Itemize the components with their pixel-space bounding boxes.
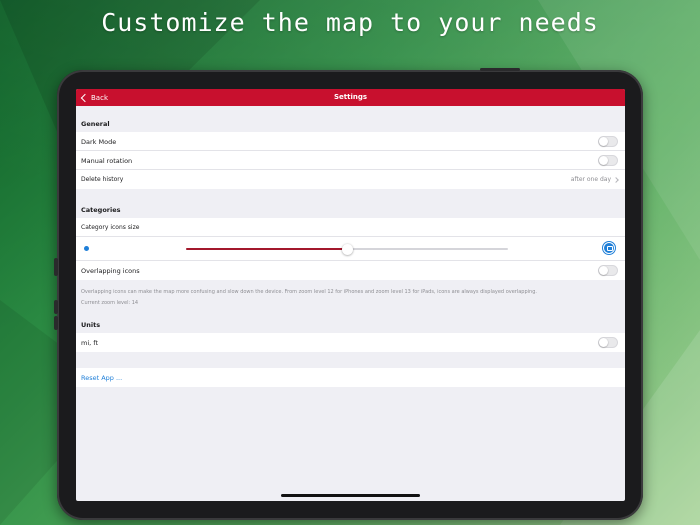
section-header-categories: Categories <box>81 206 121 214</box>
category-icons-size-slider[interactable] <box>186 243 508 255</box>
settings-screen: Back Settings General Dark Mode Manual r… <box>76 89 625 501</box>
home-indicator <box>281 494 420 497</box>
device-side-button <box>54 258 58 276</box>
overlapping-icons-toggle[interactable] <box>598 265 618 276</box>
units-toggle[interactable] <box>598 337 618 348</box>
slider-fill <box>186 248 347 250</box>
device-volume-up-button <box>54 300 58 314</box>
toggle-knob <box>599 266 608 275</box>
dark-mode-row: Dark Mode <box>76 132 625 151</box>
manual-rotation-label: Manual rotation <box>81 157 133 165</box>
delete-history-value: after one day <box>570 176 611 183</box>
current-zoom-level-text: Current zoom level: 14 <box>81 300 139 306</box>
category-icons-size-row: Category icons size <box>76 218 625 237</box>
manual-rotation-row: Manual rotation <box>76 151 625 170</box>
navigation-bar: Back Settings <box>76 89 625 106</box>
dark-mode-label: Dark Mode <box>81 138 117 146</box>
device-top-button <box>480 68 520 71</box>
reset-app-row[interactable]: Reset App ... <box>76 368 625 387</box>
delete-history-row[interactable]: Delete history after one day <box>76 170 625 189</box>
section-header-general: General <box>81 120 110 128</box>
units-row: mi, ft <box>76 333 625 352</box>
category-icons-slider-row <box>76 237 625 261</box>
toggle-knob <box>599 156 608 165</box>
manual-rotation-toggle[interactable] <box>598 155 618 166</box>
category-icons-size-label: Category icons size <box>81 224 140 231</box>
overlapping-icons-footnote: Overlapping icons can make the map more … <box>81 289 537 295</box>
units-label: mi, ft <box>81 339 98 347</box>
page-title: Settings <box>333 93 368 101</box>
reset-app-link[interactable]: Reset App ... <box>81 374 122 382</box>
delete-history-label: Delete history <box>81 176 124 183</box>
dark-mode-toggle[interactable] <box>598 136 618 147</box>
slider-thumb[interactable] <box>341 243 353 255</box>
device-volume-down-button <box>54 316 58 330</box>
section-header-units: Units <box>81 321 101 329</box>
promo-headline: Customize the map to your needs <box>101 8 599 37</box>
toggle-knob <box>599 137 608 146</box>
overlapping-icons-label: Overlapping icons <box>81 267 140 275</box>
chevron-right-icon <box>613 177 619 183</box>
toggle-knob <box>599 338 608 347</box>
overlapping-icons-row: Overlapping icons <box>76 261 625 280</box>
large-category-icon <box>603 242 615 254</box>
small-category-icon <box>84 246 89 251</box>
